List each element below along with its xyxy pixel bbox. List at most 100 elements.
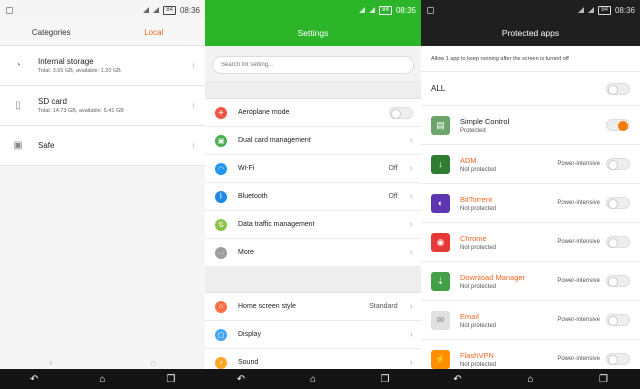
battery-icon: 84 [598,5,611,15]
signal-icon [153,7,160,13]
chevron-right-icon: › [409,191,413,202]
app-list: ▤ Simple Control Protected ↓ ADM Not protecte… [421,106,640,379]
back-icon[interactable]: ↶ [19,374,49,385]
app-name: BitTorrent [460,194,493,204]
power-intensive-label: Power-intensive [557,278,600,284]
app-row[interactable]: ⇣ Download Manager Not protected Power-inte… [421,262,640,301]
battery-icon: 84 [379,5,392,15]
notification-icon [427,6,434,14]
page-title: Protected apps [501,28,560,38]
protect-toggle[interactable] [606,197,630,209]
toolbar-icon[interactable]: ◯ [150,361,156,367]
app-name: Simple Control [460,116,510,126]
recent-apps-icon[interactable]: ❐ [589,374,619,385]
setting-value: Off [388,165,398,172]
toolbar-icon[interactable]: ⚲ [49,361,53,367]
list-item-sd-card[interactable]: ▯ SD card Total: 14.73 GB, available: 5.… [0,86,205,126]
app-row[interactable]: ▤ Simple Control Protected [421,106,640,145]
chevron-right-icon: › [409,247,413,258]
notification-icon [6,6,13,14]
app-row[interactable]: ◉ Chrome Not protected Power-intensive [421,223,640,262]
signal-icon [359,7,366,13]
tab-local[interactable]: Local [103,28,206,37]
power-intensive-label: Power-intensive [557,239,600,245]
setting-item[interactable]: … More › [205,239,421,267]
app-status: Not protected [460,322,497,329]
info-text: Allow 1 app to keep running after the sc… [421,46,640,72]
app-row[interactable]: ↓ ADM Not protected Power-intensive [421,145,640,184]
setting-item[interactable]: ⌂ Home screen style Standard › [205,293,421,321]
setting-value: Standard [369,303,398,310]
protect-toggle[interactable] [606,314,630,326]
all-label: ALL [431,84,446,93]
protect-toggle[interactable] [606,119,630,131]
app-name: ADM [460,155,477,165]
section-divider [205,267,421,293]
signal-icon [143,7,150,13]
status-bar: 84 08:35 [205,0,421,20]
protect-toggle[interactable] [606,275,630,287]
chrome-icon: ◉ [431,232,450,252]
recent-apps-icon[interactable]: ❐ [156,374,186,385]
home-icon[interactable]: ⌂ [87,374,117,385]
tab-categories[interactable]: Categories [0,28,103,37]
setting-item[interactable]: ▢ Display › [205,321,421,349]
chevron-right-icon: › [409,135,413,146]
status-time: 08:36 [614,5,635,15]
home-icon: ⌂ [215,300,227,313]
list-item-internal-storage[interactable]: ◔ Internal storage Total: 3.65 GB, avail… [0,46,205,86]
protect-toggle[interactable] [606,236,630,248]
setting-item[interactable]: ✈ Aeroplane mode [205,99,421,127]
chevron-right-icon: › [191,140,195,151]
protect-toggle[interactable] [606,158,630,170]
settings-group-connectivity: ✈ Aeroplane mode ▣ Dual card management › ◠ Wi… [205,99,421,267]
more-icon: … [215,246,227,259]
list-item-safe[interactable]: ▣ Safe › [0,126,205,166]
all-toggle[interactable] [606,82,630,95]
protected-apps-header: 84 08:36 Protected apps [421,0,640,46]
item-subtitle: Total: 14.73 GB, available: 5.41 GB [38,108,124,114]
signal-icon [578,7,585,13]
status-time: 08:35 [395,5,416,15]
item-title: SD card [38,97,67,106]
setting-value: Off [388,193,398,200]
app-status: Not protected [460,283,497,290]
download-icon: ⇣ [431,271,450,291]
protected-apps-panel: 84 08:36 Protected apps Allow 1 app to k… [421,0,640,389]
app-status: Not protected [460,205,497,212]
bittorrent-icon: ◐ [431,193,450,213]
file-manager-panel: 84 08:36 Categories Local ◔ Internal sto… [0,0,205,389]
recent-apps-icon[interactable]: ❐ [370,374,400,385]
toggle-switch[interactable] [389,106,413,119]
power-intensive-label: Power-intensive [557,161,600,167]
simple-control-icon: ▤ [431,115,450,135]
bell-icon: ♪ [215,356,227,369]
setting-item[interactable]: ⇅ Data traffic management › [205,211,421,239]
setting-label: Wi-Fi [238,165,255,172]
home-icon[interactable]: ⌂ [298,374,328,385]
app-row[interactable]: ✉ Email Not protected Power-intensive [421,301,640,340]
home-icon[interactable]: ⌂ [516,374,546,385]
chevron-right-icon: › [409,357,413,368]
protect-toggle[interactable] [606,353,630,365]
airplane-icon: ✈ [215,106,227,119]
email-icon: ✉ [431,310,450,330]
setting-item[interactable]: ᛒ Bluetooth Off › [205,183,421,211]
app-name: Download Manager [460,272,526,282]
app-row[interactable]: ◐ BitTorrent Not protected Power-intensive [421,184,640,223]
setting-item[interactable]: ▣ Dual card management › [205,127,421,155]
safe-icon: ▣ [13,140,23,151]
back-icon[interactable]: ↶ [443,374,473,385]
back-icon[interactable]: ↶ [226,374,256,385]
search-input[interactable] [212,56,414,74]
pie-chart-icon: ◔ [14,60,22,71]
chevron-right-icon: › [409,329,413,340]
download-arrow-icon: ↓ [431,154,450,174]
bluetooth-icon: ᛒ [215,190,227,203]
power-intensive-label: Power-intensive [557,200,600,206]
screenshot-composite: 84 08:36 Categories Local ◔ Internal sto… [0,0,640,389]
settings-header: 84 08:35 Settings [205,0,421,46]
battery-icon: 84 [163,5,176,15]
setting-item[interactable]: ◠ Wi-Fi Off › [205,155,421,183]
chevron-right-icon: › [409,219,413,230]
